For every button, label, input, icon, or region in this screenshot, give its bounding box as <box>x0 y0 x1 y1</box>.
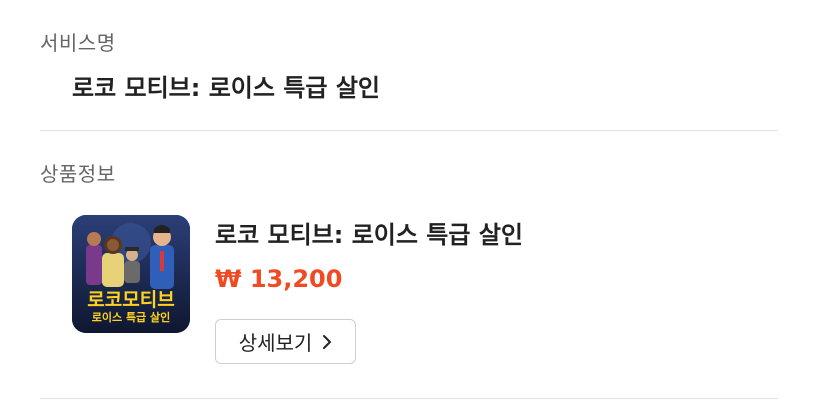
thumbnail-subtitle: 로이스 특급 살인 <box>91 311 171 324</box>
product-info-label: 상품정보 <box>40 162 116 186</box>
thumbnail-title: 로코모티브 <box>87 289 175 311</box>
product-name[interactable]: 로코 모티브: 로이스 특급 살인 <box>215 215 523 250</box>
detail-button[interactable]: 상세보기 <box>215 319 356 364</box>
service-label: 서비스명 <box>40 31 116 55</box>
service-name: 로코 모티브: 로이스 특급 살인 <box>72 74 380 102</box>
detail-button-label: 상세보기 <box>238 333 313 355</box>
product-price: ₩ 13,200 <box>215 265 343 293</box>
chevron-right-icon <box>322 334 332 350</box>
product-thumbnail[interactable]: 로코모티브 로이스 특급 살인 <box>72 215 190 333</box>
divider <box>40 130 778 131</box>
divider <box>40 398 778 399</box>
